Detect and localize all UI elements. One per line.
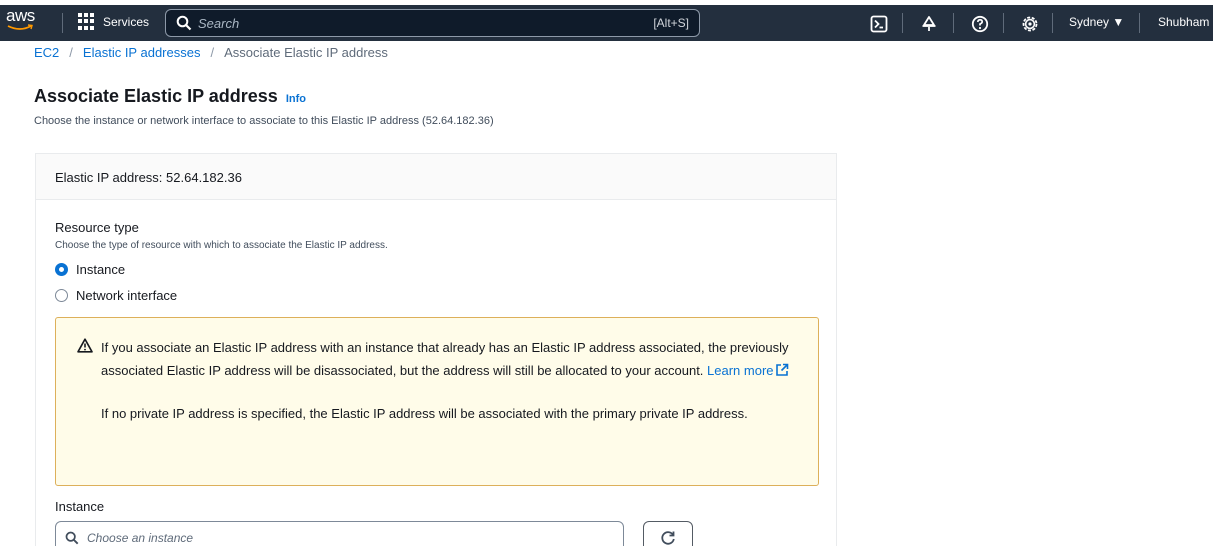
external-link-icon bbox=[775, 363, 788, 376]
help-icon[interactable] bbox=[971, 15, 989, 33]
alert-text-1: If you associate an Elastic IP address w… bbox=[101, 340, 789, 378]
warning-icon bbox=[77, 338, 93, 353]
services-label: Services bbox=[103, 14, 150, 29]
learn-more-label: Learn more bbox=[707, 363, 774, 378]
alert-paragraph-2: If no private IP address is specified, t… bbox=[101, 406, 748, 421]
top-navigation-bar: aws Services Search [Alt+S] Sydney ▼ Shu… bbox=[0, 5, 1213, 41]
gear-icon[interactable] bbox=[1021, 15, 1039, 33]
instance-select-input[interactable]: Choose an instance bbox=[55, 521, 624, 546]
page-subtitle: Choose the instance or network interface… bbox=[34, 115, 494, 127]
breadcrumb-current: Associate Elastic IP address bbox=[224, 45, 388, 59]
panel-header: Elastic IP address: 52.64.182.36 bbox=[36, 154, 836, 200]
resource-type-description: Choose the type of resource with which t… bbox=[55, 240, 388, 251]
breadcrumb-separator: / bbox=[210, 45, 215, 59]
search-icon bbox=[176, 15, 192, 31]
radio-button-unchecked[interactable] bbox=[55, 289, 68, 302]
breadcrumb: EC2 / Elastic IP addresses / Associate Elast… bbox=[34, 45, 388, 59]
resource-type-label: Resource type bbox=[55, 220, 139, 235]
breadcrumb-ec2[interactable]: EC2 bbox=[34, 45, 59, 59]
nav-divider bbox=[1139, 13, 1140, 33]
instance-label: Instance bbox=[55, 499, 105, 514]
nav-divider bbox=[902, 13, 903, 33]
radio-network-interface[interactable]: Network interface bbox=[55, 288, 177, 303]
info-link[interactable]: Info bbox=[286, 93, 306, 105]
alert-paragraph-1: If you associate an Elastic IP address w… bbox=[101, 336, 791, 382]
nav-divider bbox=[1003, 13, 1004, 33]
nav-divider bbox=[62, 13, 63, 33]
user-menu[interactable]: Shubham bbox=[1158, 15, 1209, 29]
page-title: Associate Elastic IP address bbox=[34, 86, 278, 106]
radio-button-checked[interactable] bbox=[55, 263, 68, 276]
grid-icon bbox=[78, 13, 95, 30]
search-input[interactable]: Search [Alt+S] bbox=[165, 9, 700, 37]
services-menu-button[interactable]: Services bbox=[78, 13, 149, 30]
refresh-icon bbox=[661, 531, 675, 545]
learn-more-link[interactable]: Learn more bbox=[707, 363, 788, 378]
aws-logo[interactable]: aws bbox=[6, 6, 42, 34]
aws-logo-text: aws bbox=[6, 6, 35, 25]
search-icon bbox=[65, 531, 79, 545]
search-shortcut: [Alt+S] bbox=[653, 16, 689, 30]
search-placeholder: Search bbox=[198, 15, 240, 31]
radio-instance[interactable]: Instance bbox=[55, 262, 125, 277]
bell-icon[interactable] bbox=[920, 15, 938, 33]
radio-instance-label: Instance bbox=[76, 262, 126, 277]
breadcrumb-separator: / bbox=[69, 45, 73, 59]
nav-divider bbox=[1052, 13, 1053, 33]
refresh-button[interactable] bbox=[643, 521, 693, 546]
region-selector[interactable]: Sydney ▼ bbox=[1069, 15, 1124, 29]
instance-placeholder: Choose an instance bbox=[87, 531, 194, 545]
breadcrumb-elastic-ips[interactable]: Elastic IP addresses bbox=[83, 45, 201, 59]
nav-divider bbox=[953, 13, 954, 33]
cloudshell-icon[interactable] bbox=[870, 15, 888, 33]
radio-network-interface-label: Network interface bbox=[76, 288, 178, 303]
associate-panel: Elastic IP address: 52.64.182.36 Resourc… bbox=[35, 153, 837, 546]
warning-alert: If you associate an Elastic IP address w… bbox=[55, 317, 819, 486]
aws-smile-icon bbox=[7, 24, 33, 30]
